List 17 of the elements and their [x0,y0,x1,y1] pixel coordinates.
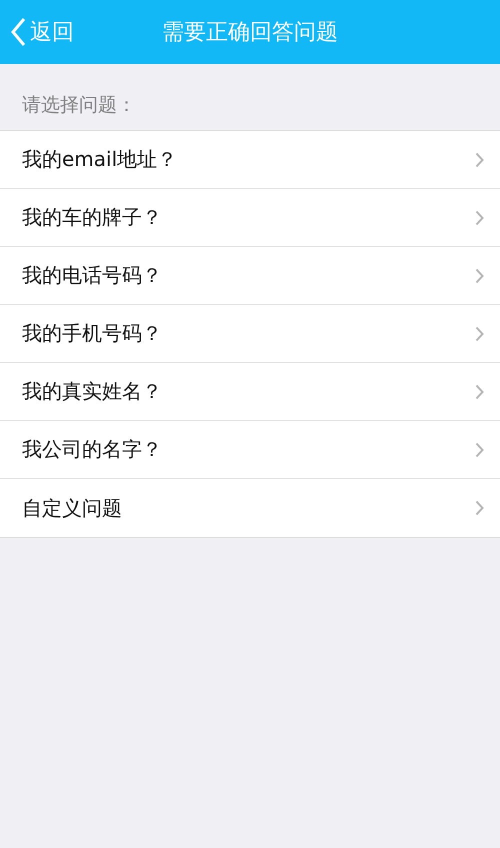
question-item[interactable]: 我的email地址？ [0,131,500,189]
question-item[interactable]: 我的真实姓名？ [0,363,500,421]
chevron-right-icon [475,268,484,284]
question-item[interactable]: 我的手机号码？ [0,305,500,363]
chevron-right-icon [475,442,484,458]
chevron-right-icon [475,384,484,400]
chevron-right-icon [475,326,484,342]
chevron-right-icon [475,210,484,226]
question-item[interactable]: 我的电话号码？ [0,247,500,305]
chevron-right-icon [475,152,484,168]
chevron-right-icon [475,500,484,516]
back-icon [10,17,26,47]
section-label: 请选择问题： [21,93,137,118]
window-title: 需要正确回答问题 [162,20,338,45]
question-item[interactable]: 我的车的牌子？ [0,189,500,247]
question-item[interactable]: 我公司的名字？ [0,421,500,479]
question-item[interactable]: 自定义问题 [0,479,500,537]
